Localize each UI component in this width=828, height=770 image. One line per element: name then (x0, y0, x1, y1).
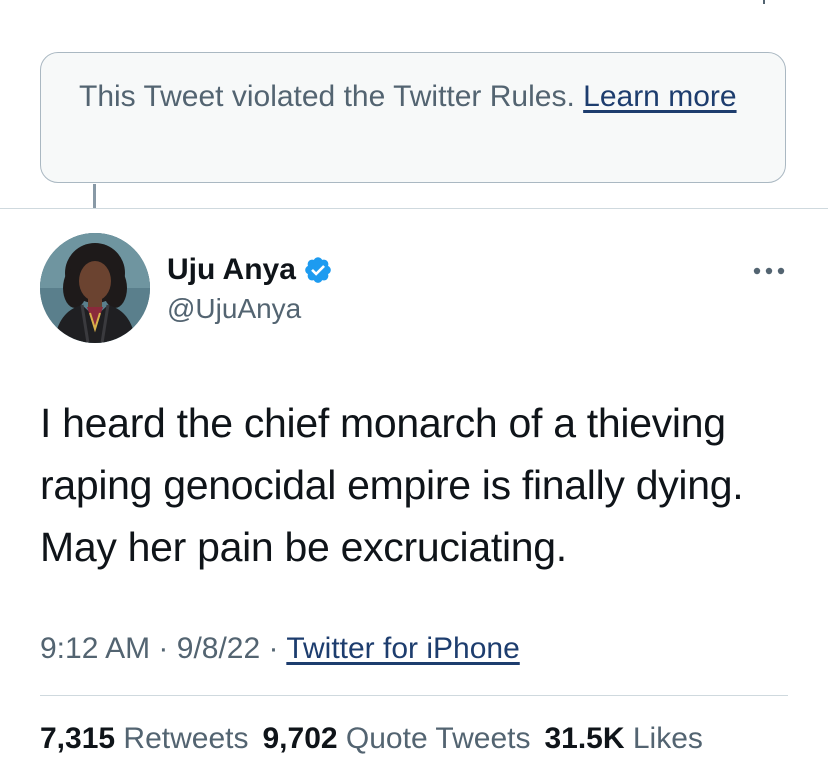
learn-more-link[interactable]: Learn more (583, 80, 736, 113)
retweets-stat[interactable]: 7,315 Retweets (40, 722, 248, 755)
retweets-count: 7,315 (40, 722, 116, 755)
author-name[interactable]: Uju Anya (167, 252, 296, 288)
tweet-source-link[interactable]: Twitter for iPhone (286, 632, 519, 665)
engagement-stats: 7,315 Retweets 9,702 Quote Tweets 31.5K Li… (40, 720, 717, 758)
retweets-label: Retweets (123, 722, 249, 755)
quote-tweets-count: 9,702 (262, 722, 338, 755)
meta-separator: · (268, 632, 279, 665)
thread-connector-line (93, 184, 96, 209)
avatar-photo-icon (40, 233, 150, 343)
quote-tweets-label: Quote Tweets (345, 722, 531, 755)
likes-stat[interactable]: 31.5K Likes (544, 722, 702, 755)
rules-violation-notice: This Tweet violated the Twitter Rules. L… (40, 52, 786, 183)
tweet-page: This Tweet violated the Twitter Rules. L… (0, 0, 828, 770)
notice-message: This Tweet violated the Twitter Rules. (79, 80, 584, 113)
divider (0, 208, 828, 209)
top-edge-mark (763, 0, 765, 4)
verified-badge-icon (303, 255, 333, 285)
meta-separator: · (158, 632, 169, 665)
quote-tweets-stat[interactable]: 9,702 Quote Tweets (262, 722, 530, 755)
tweet-date[interactable]: 9/8/22 (177, 632, 260, 665)
tweet-metadata: 9:12 AM · 9/8/22 · Twitter for iPhone (40, 630, 520, 668)
tweet-text: I heard the chief monarch of a thieving … (40, 400, 744, 570)
avatar[interactable] (40, 233, 150, 343)
more-options-icon[interactable] (751, 264, 787, 278)
notice-text-container: This Tweet violated the Twitter Rules. L… (79, 77, 747, 116)
likes-label: Likes (632, 722, 703, 755)
author-name-row: Uju Anya (167, 252, 333, 288)
tweet-time[interactable]: 9:12 AM (40, 632, 150, 665)
author-handle[interactable]: @UjuAnya (167, 292, 301, 326)
divider (40, 695, 788, 696)
likes-count: 31.5K (544, 722, 625, 755)
